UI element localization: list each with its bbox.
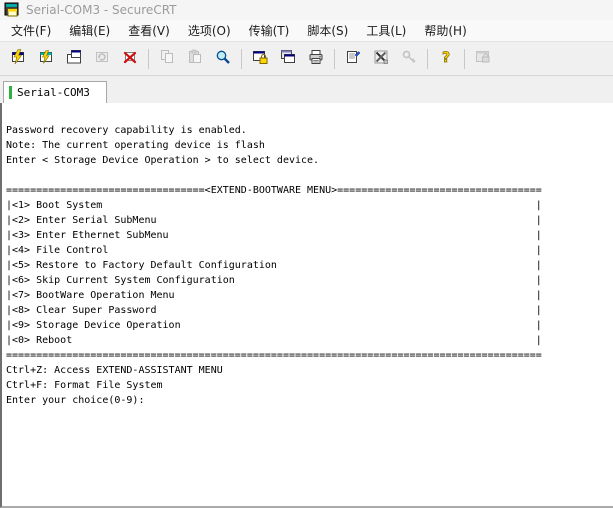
connect-in-tab-button[interactable] — [60, 45, 88, 73]
session-lock-icon — [252, 49, 268, 69]
print-button[interactable] — [302, 45, 330, 73]
toolbar-separator — [464, 48, 465, 69]
title-bar: Serial-COM3 - SecureCRT — [0, 0, 613, 20]
key-agent-icon — [401, 49, 417, 69]
toolbar-separator — [148, 48, 149, 69]
lock-session-button — [469, 45, 497, 73]
terminal-area[interactable]: Password recovery capability is enabled.… — [0, 103, 613, 508]
clone-session-button[interactable] — [274, 45, 302, 73]
connect-in-tab-icon — [66, 49, 82, 69]
session-tab-Serial-COM3[interactable]: Serial-COM3 — [3, 81, 107, 103]
disconnect-icon — [122, 49, 138, 69]
menu-item-2[interactable]: 查看(V) — [119, 20, 179, 41]
copy-icon — [159, 49, 175, 69]
reconnect-button — [88, 45, 116, 73]
toolbar: ? — [0, 42, 613, 76]
menu-item-3[interactable]: 选项(O) — [179, 20, 240, 41]
menu-item-4[interactable]: 传输(T) — [240, 20, 299, 41]
menu-item-7[interactable]: 帮助(H) — [415, 20, 475, 41]
quick-connect-button[interactable] — [4, 45, 32, 73]
session-options-icon — [345, 49, 361, 69]
menu-item-1[interactable]: 编辑(E) — [60, 20, 119, 41]
tab-label: Serial-COM3 — [17, 86, 90, 99]
print-icon — [308, 49, 324, 69]
clone-session-icon — [280, 49, 296, 69]
svg-text:?: ? — [442, 50, 450, 65]
global-options-icon — [373, 49, 389, 69]
menu-item-0[interactable]: 文件(F) — [2, 20, 60, 41]
menu-bar: 文件(F) 编辑(E) 查看(V) 选项(O) 传输(T) 脚本(S) 工具(L) 帮助(H) — [0, 20, 613, 42]
window-title: Serial-COM3 - SecureCRT — [26, 3, 177, 17]
toolbar-separator — [334, 48, 335, 69]
find-button[interactable] — [209, 45, 237, 73]
menu-item-5[interactable]: 脚本(S) — [298, 20, 357, 41]
connect-button[interactable] — [32, 45, 60, 73]
securecrt-window: { "window": { "title": "Serial-COM3 - Se… — [0, 0, 613, 508]
connect-icon — [38, 49, 54, 69]
quick-connect-icon — [10, 48, 26, 69]
menu-item-6[interactable]: 工具(L) — [357, 20, 415, 41]
session-options-button[interactable] — [339, 45, 367, 73]
paste-button — [181, 45, 209, 73]
copy-button — [153, 45, 181, 73]
session-lock-button[interactable] — [246, 45, 274, 73]
reconnect-icon — [94, 49, 110, 69]
securecrt-session-icon — [4, 2, 20, 18]
tab-bar: Serial-COM3 — [0, 76, 613, 104]
toolbar-separator — [427, 48, 428, 69]
lock-session-icon — [475, 49, 491, 69]
toolbar-separator — [241, 48, 242, 69]
paste-icon — [187, 49, 203, 69]
help-button[interactable]: ? — [432, 45, 460, 73]
find-icon — [215, 49, 231, 69]
tab-connected-indicator — [9, 86, 12, 99]
key-agent-button — [395, 45, 423, 73]
global-options-button[interactable] — [367, 45, 395, 73]
help-icon: ? — [438, 49, 454, 69]
disconnect-button[interactable] — [116, 45, 144, 73]
terminal-screen[interactable]: Password recovery capability is enabled.… — [2, 103, 613, 408]
